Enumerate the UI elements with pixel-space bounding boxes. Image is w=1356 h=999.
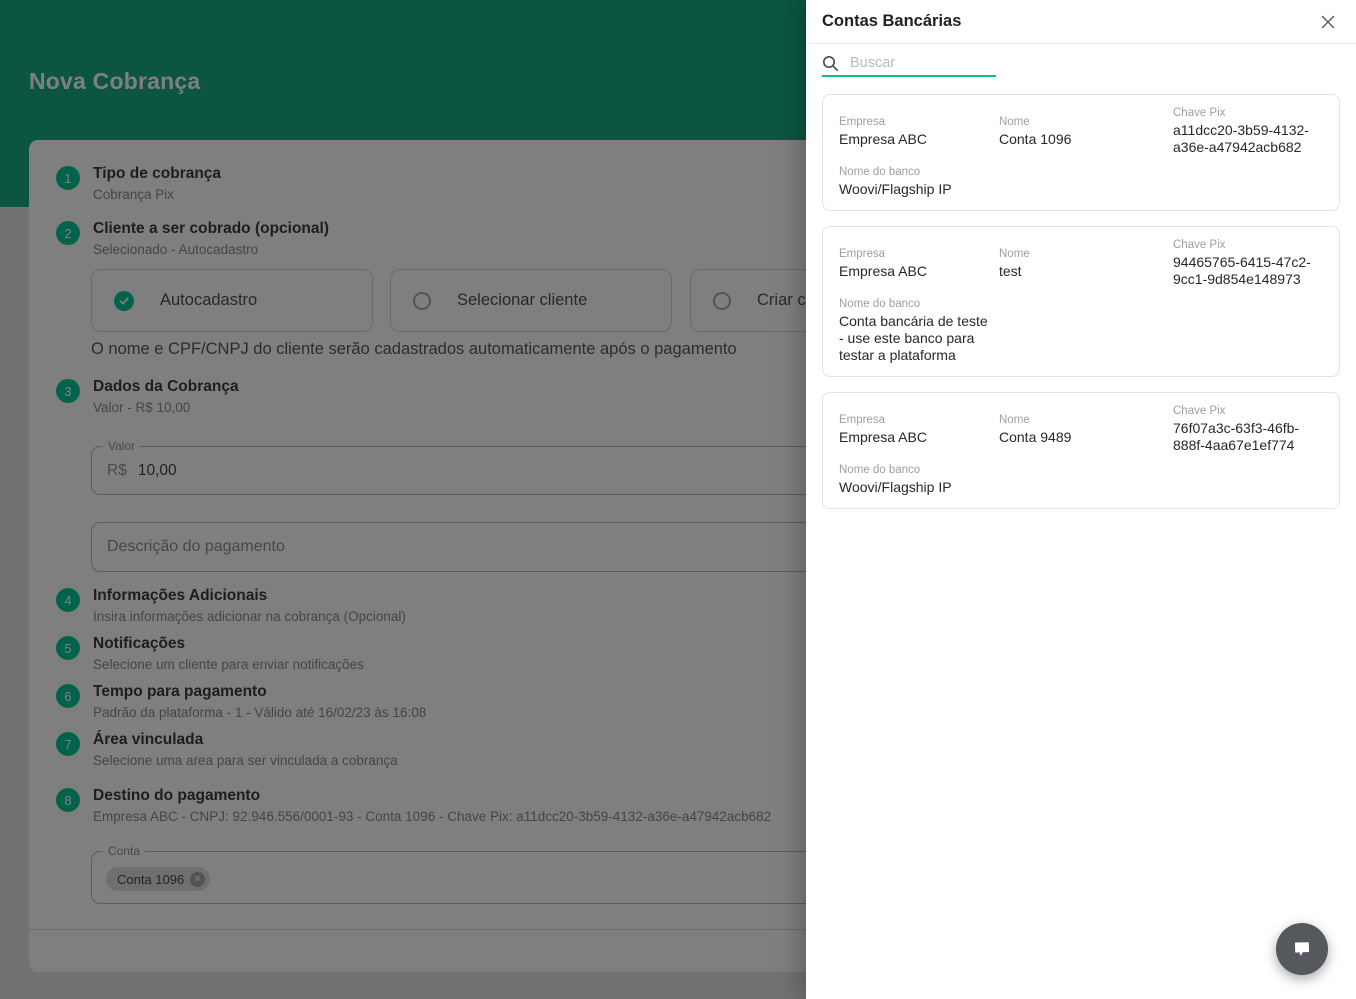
nome-do-banco-value: Woovi/Flagship IP: [839, 479, 993, 496]
chat-bubble-icon: [1290, 937, 1314, 961]
close-button[interactable]: [1316, 10, 1340, 34]
empresa-value: Empresa ABC: [839, 429, 999, 446]
nome-do-banco-value: Conta bancária de teste - use este banco…: [839, 313, 993, 364]
nome-do-banco-cell: Nome do banco Woovi/Flagship IP: [839, 166, 999, 198]
chave-pix-cell: Chave Pix 94465765-6415-47c2-9cc1-9d854e…: [1173, 239, 1323, 288]
empresa-cell: Empresa Empresa ABC: [839, 116, 999, 148]
account-card-conta-9489[interactable]: Empresa Empresa ABC Nome Conta 9489 Chav…: [822, 392, 1340, 509]
chave-pix-cell: Chave Pix 76f07a3c-63f3-46fb-888f-4aa67e…: [1173, 405, 1323, 454]
chave-pix-label: Chave Pix: [1173, 107, 1323, 119]
empresa-value: Empresa ABC: [839, 263, 999, 280]
chave-pix-label: Chave Pix: [1173, 239, 1323, 251]
nome-label: Nome: [999, 414, 1173, 426]
close-icon: [1320, 14, 1336, 30]
account-card-conta-1096[interactable]: Empresa Empresa ABC Nome Conta 1096 Chav…: [822, 94, 1340, 211]
chave-pix-value: 94465765-6415-47c2-9cc1-9d854e148973: [1173, 254, 1323, 288]
nome-cell: Nome Conta 1096: [999, 116, 1173, 148]
empresa-label: Empresa: [839, 116, 999, 128]
account-card-test[interactable]: Empresa Empresa ABC Nome test Chave Pix …: [822, 226, 1340, 377]
nome-cell: Nome test: [999, 248, 1173, 280]
nome-value: test: [999, 263, 1173, 280]
empresa-label: Empresa: [839, 248, 999, 260]
nome-value: Conta 9489: [999, 429, 1173, 446]
nome-do-banco-value: Woovi/Flagship IP: [839, 181, 993, 198]
nome-do-banco-cell: Nome do banco Conta bancária de teste - …: [839, 298, 999, 364]
nome-cell: Nome Conta 9489: [999, 414, 1173, 446]
drawer-title: Contas Bancárias: [822, 12, 961, 31]
search-input[interactable]: [850, 55, 980, 71]
drawer-header: Contas Bancárias: [806, 0, 1356, 44]
nome-do-banco-label: Nome do banco: [839, 464, 999, 476]
search-field: [822, 51, 996, 77]
empresa-cell: Empresa Empresa ABC: [839, 414, 999, 446]
search-icon: [822, 55, 839, 72]
nome-label: Nome: [999, 116, 1173, 128]
chave-pix-value: 76f07a3c-63f3-46fb-888f-4aa67e1ef774: [1173, 420, 1323, 454]
empresa-cell: Empresa Empresa ABC: [839, 248, 999, 280]
empresa-label: Empresa: [839, 414, 999, 426]
nome-do-banco-cell: Nome do banco Woovi/Flagship IP: [839, 464, 999, 496]
nome-value: Conta 1096: [999, 131, 1173, 148]
accounts-list: Empresa Empresa ABC Nome Conta 1096 Chav…: [806, 77, 1356, 509]
chave-pix-value: a11dcc20-3b59-4132-a36e-a47942acb682: [1173, 122, 1323, 156]
bank-accounts-drawer: Contas Bancárias Empresa Empresa ABC Nom…: [806, 0, 1356, 999]
chave-pix-label: Chave Pix: [1173, 405, 1323, 417]
screen: Nova Cobrança 1 Tipo de cobrança Cobranç…: [0, 0, 1356, 999]
chat-button[interactable]: [1276, 923, 1328, 975]
chave-pix-cell: Chave Pix a11dcc20-3b59-4132-a36e-a47942…: [1173, 107, 1323, 156]
nome-label: Nome: [999, 248, 1173, 260]
nome-do-banco-label: Nome do banco: [839, 166, 999, 178]
nome-do-banco-label: Nome do banco: [839, 298, 999, 310]
empresa-value: Empresa ABC: [839, 131, 999, 148]
